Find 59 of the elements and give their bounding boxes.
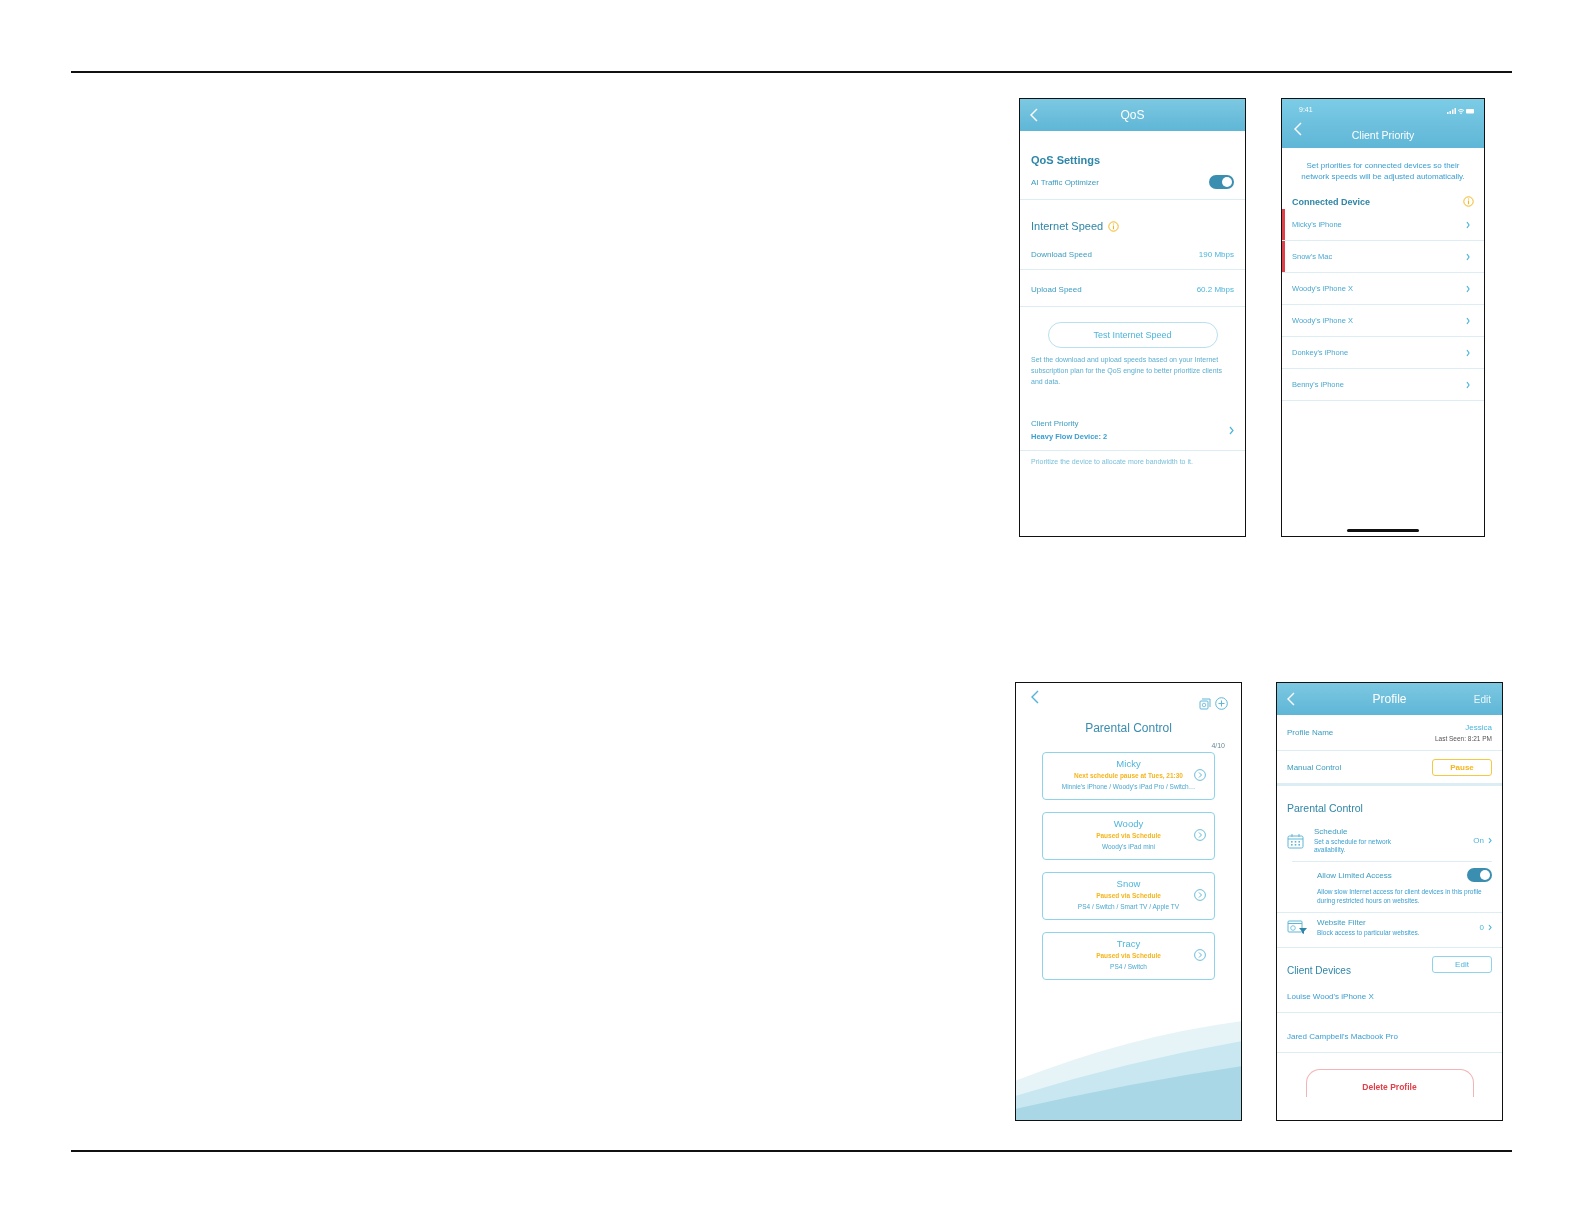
setting-title: Allow Limited Access — [1317, 870, 1392, 880]
pause-button[interactable]: Pause — [1432, 758, 1492, 776]
toggle-switch[interactable] — [1467, 868, 1492, 882]
chevron-icon[interactable] — [1466, 348, 1470, 357]
speed-label: Upload Speed — [1031, 285, 1082, 294]
section-heading: Internet Speed — [1031, 220, 1104, 232]
chevron-icon[interactable] — [1466, 220, 1470, 229]
section-heading: Connected Device — [1292, 196, 1371, 207]
calendar-icon — [1287, 832, 1304, 849]
add-icon[interactable] — [1215, 697, 1228, 710]
screen-title: Profile — [1372, 692, 1407, 706]
delete-profile-button[interactable]: Delete Profile — [1305, 1069, 1474, 1097]
chevron-icon[interactable] — [1488, 924, 1492, 931]
profile-name: Micky — [1116, 758, 1141, 769]
chevron-icon[interactable] — [1466, 380, 1470, 389]
speed-value: 60.2 Mbps — [1196, 285, 1234, 294]
setting-title: Schedule — [1314, 827, 1349, 836]
filter-icon — [1287, 920, 1307, 935]
home-indicator — [1347, 529, 1419, 532]
profile-name: Snow — [1116, 878, 1141, 889]
arrow-circle-icon[interactable] — [1194, 829, 1206, 841]
menu-label: Client Priority — [1031, 419, 1080, 428]
status-icons — [1447, 108, 1474, 114]
info-icon[interactable] — [1108, 220, 1120, 232]
edit-button[interactable]: Edit — [1432, 956, 1492, 973]
screen-title: Parental Control — [1084, 721, 1173, 735]
setting-title: Website Filter — [1317, 918, 1367, 927]
client-device: Louise Wood's iPhone X — [1287, 992, 1374, 1001]
arrow-circle-icon[interactable] — [1194, 769, 1206, 781]
chevron-icon[interactable] — [1488, 837, 1492, 844]
field-label: Manual Control — [1287, 762, 1342, 772]
section-heading: QoS Settings — [1031, 154, 1102, 166]
profile-name: Woody — [1113, 818, 1144, 829]
intro-text: Set priorities for connected devices so their network speeds will be adjusted automatically. — [1300, 160, 1466, 182]
speed-value: 190 Mbps — [1198, 250, 1234, 259]
chevron-icon[interactable] — [1466, 284, 1470, 293]
speed-label: Download Speed — [1031, 250, 1092, 259]
client-device: Jared Campbell's Macbook Pro — [1287, 1032, 1398, 1041]
info-icon[interactable] — [1463, 196, 1474, 207]
edit-link[interactable]: Edit — [1473, 693, 1491, 705]
section-heading: Parental Control — [1286, 801, 1364, 814]
setting-value: 0 — [1479, 923, 1484, 932]
toggle-switch[interactable] — [1209, 175, 1234, 189]
profile-name: Jessica — [1464, 723, 1492, 732]
profile-name: Tracy — [1116, 938, 1141, 949]
chevron-icon[interactable] — [1466, 316, 1470, 325]
field-label: Profile Name — [1287, 728, 1334, 737]
arrow-circle-icon[interactable] — [1194, 889, 1206, 901]
chevron-icon[interactable] — [1466, 252, 1470, 261]
screen-title: Client Priority — [1350, 129, 1416, 141]
test-speed-button[interactable]: Test Internet Speed — [1047, 322, 1218, 348]
setting-label: AI Traffic Optimizer — [1031, 177, 1099, 187]
back-icon[interactable] — [1031, 690, 1039, 704]
screen-title: QoS — [1120, 108, 1145, 122]
arrow-circle-icon[interactable] — [1194, 949, 1206, 961]
devices-icon[interactable] — [1199, 698, 1211, 710]
setting-value: On — [1473, 836, 1484, 845]
chevron-icon[interactable] — [1229, 425, 1234, 435]
section-heading: Client Devices — [1287, 965, 1351, 976]
